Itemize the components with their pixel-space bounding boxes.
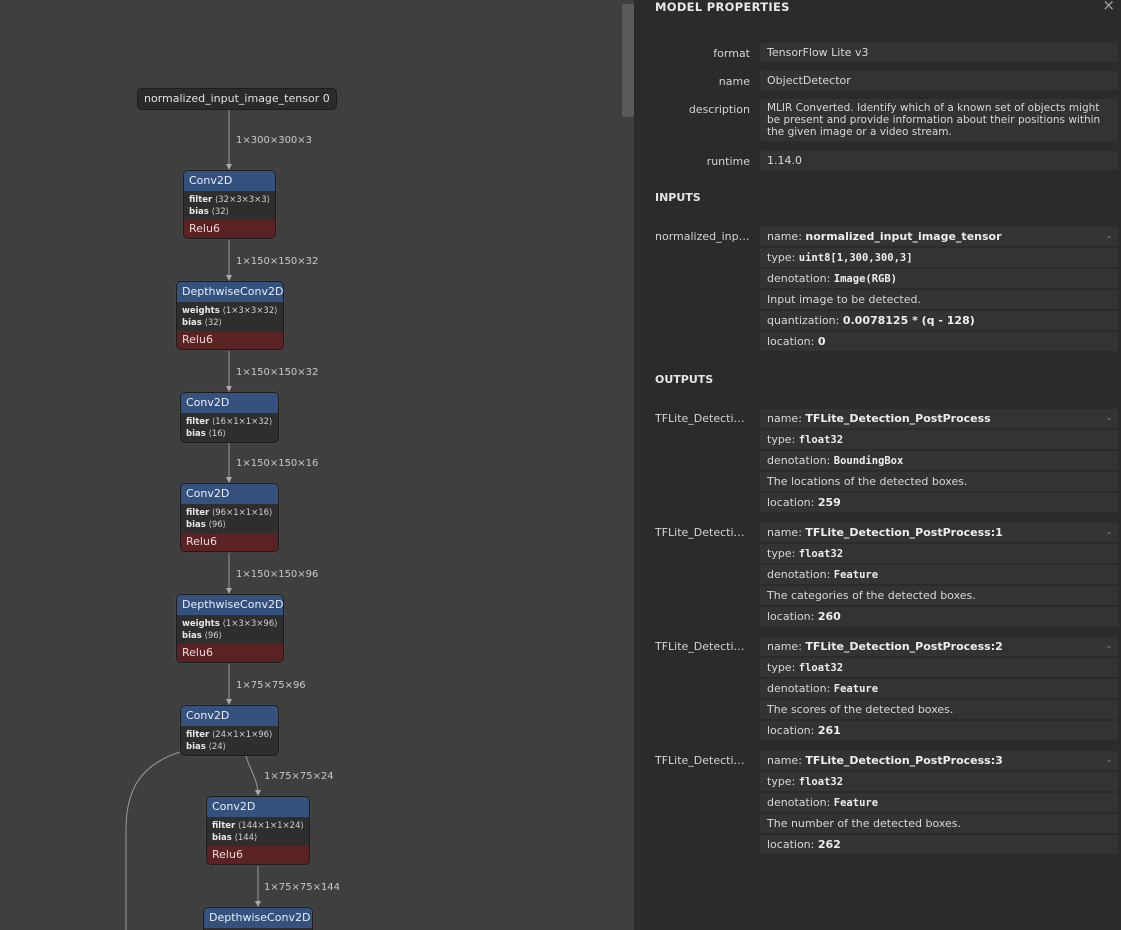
output-label: TFLite_Detectio…	[655, 526, 750, 539]
prop-value-format: TensorFlow Lite v3	[760, 43, 1118, 62]
expand-toggle[interactable]: -	[1107, 637, 1111, 656]
arg-location-row: location: 259	[760, 493, 1118, 512]
edge-label: 1×150×150×32	[236, 256, 319, 267]
outputs-section-title: OUTPUTS	[655, 373, 714, 386]
arg-quantization-row: quantization: 0.0078125 * (q - 128)	[760, 311, 1118, 330]
inputs-section-title: INPUTS	[655, 191, 701, 204]
arg-denotation-row: denotation: Feature	[760, 793, 1118, 812]
conv2d-node[interactable]: Conv2D filter ⟨96×1×1×16⟩ bias ⟨96⟩ Relu…	[180, 483, 279, 552]
node-attributes: filter ⟨16×1×1×32⟩ bias ⟨16⟩	[186, 417, 273, 439]
prop-value-name: ObjectDetector	[760, 71, 1118, 90]
node-attributes: filter ⟨144×1×1×24⟩ bias ⟨144⟩	[212, 821, 304, 843]
arg-type-row: type: float32	[760, 430, 1118, 449]
node-attributes: weights ⟨1×3×3×32⟩ bias ⟨32⟩	[182, 306, 278, 328]
edge-label: 1×75×75×24	[264, 771, 334, 782]
output-argument: name: TFLite_Detection_PostProcess - type…	[760, 409, 1118, 514]
arg-denotation-row: denotation: Image(RGB)	[760, 269, 1118, 288]
node-title: Conv2D	[181, 484, 278, 504]
expand-toggle[interactable]: -	[1107, 409, 1111, 428]
input-tensor-node[interactable]: normalized_input_image_tensor 0	[137, 88, 337, 110]
activation-label: Relu6	[177, 331, 283, 349]
node-title: Conv2D	[207, 797, 309, 817]
prop-label-runtime: runtime	[706, 155, 750, 168]
input-argument: name: normalized_input_image_tensor - typ…	[760, 227, 1118, 353]
sidebar-title: MODEL PROPERTIES	[655, 0, 790, 14]
output-argument: name: TFLite_Detection_PostProcess:3- ty…	[760, 751, 1118, 856]
graph-scrollbar[interactable]	[622, 4, 634, 117]
arg-name-row: name: normalized_input_image_tensor -	[760, 227, 1118, 246]
node-title: DepthwiseConv2D	[177, 282, 283, 302]
depthwise-conv2d-node[interactable]: DepthwiseConv2D	[203, 907, 313, 930]
edge-label: 1×75×75×96	[236, 680, 306, 691]
node-title: Conv2D	[181, 706, 278, 726]
expand-toggle[interactable]: -	[1107, 523, 1111, 542]
arg-description-row: The categories of the detected boxes.	[760, 586, 1118, 605]
node-title: Conv2D	[181, 393, 278, 413]
arg-name-row: name: TFLite_Detection_PostProcess:1-	[760, 523, 1118, 542]
node-title: DepthwiseConv2D	[204, 908, 312, 928]
arg-description-row: Input image to be detected.	[760, 290, 1118, 309]
node-title: DepthwiseConv2D	[177, 595, 283, 615]
activation-label: Relu6	[181, 533, 278, 551]
conv2d-node[interactable]: Conv2D filter ⟨24×1×1×96⟩ bias ⟨24⟩	[180, 705, 279, 756]
conv2d-node[interactable]: Conv2D filter ⟨16×1×1×32⟩ bias ⟨16⟩	[180, 392, 279, 443]
output-label: TFLite_Detectio…	[655, 412, 750, 425]
depthwise-conv2d-node[interactable]: DepthwiseConv2D weights ⟨1×3×3×32⟩ bias …	[176, 281, 284, 350]
arg-denotation-row: denotation: BoundingBox	[760, 451, 1118, 470]
graph-canvas[interactable]: normalized_input_image_tensor 0 1×300×30…	[0, 0, 634, 930]
node-attributes: filter ⟨96×1×1×16⟩ bias ⟨96⟩	[186, 508, 273, 530]
arg-description-row: The number of the detected boxes.	[760, 814, 1118, 833]
activation-label: Relu6	[177, 644, 283, 662]
arg-location-row: location: 261	[760, 721, 1118, 740]
output-label: TFLite_Detectio…	[655, 754, 750, 767]
arg-denotation-row: denotation: Feature	[760, 679, 1118, 698]
node-attributes: filter ⟨24×1×1×96⟩ bias ⟨24⟩	[186, 730, 273, 752]
arg-location-row: location: 260	[760, 607, 1118, 626]
close-icon[interactable]: ×	[1102, 0, 1115, 14]
prop-label-name: name	[718, 75, 750, 88]
expand-toggle[interactable]: -	[1107, 227, 1111, 246]
arg-type-row: type: float32	[760, 658, 1118, 677]
arg-type-row: type: float32	[760, 772, 1118, 791]
prop-label-description: description	[688, 103, 750, 116]
arg-location-row: location: 0	[760, 332, 1118, 351]
edge-label: 1×75×75×144	[264, 882, 341, 893]
edge-label: 1×300×300×3	[236, 135, 313, 146]
arg-location-row: location: 262	[760, 835, 1118, 854]
arg-type-row: type: uint8[1,300,300,3]	[760, 248, 1118, 267]
activation-label: Relu6	[207, 846, 309, 864]
conv2d-node[interactable]: Conv2D filter ⟨144×1×1×24⟩ bias ⟨144⟩ Re…	[206, 796, 310, 865]
arg-name-row: name: TFLite_Detection_PostProcess:2-	[760, 637, 1118, 656]
output-label: TFLite_Detectio…	[655, 640, 750, 653]
prop-value-description: MLIR Converted. Identify which of a know…	[760, 99, 1118, 141]
arg-denotation-row: denotation: Feature	[760, 565, 1118, 584]
edge-label: 1×150×150×96	[236, 569, 319, 580]
node-title: Conv2D	[184, 171, 275, 191]
prop-value-runtime: 1.14.0	[760, 151, 1118, 170]
input-label: normalized_inpu…	[655, 230, 750, 243]
arg-description-row: The scores of the detected boxes.	[760, 700, 1118, 719]
output-argument: name: TFLite_Detection_PostProcess:1- ty…	[760, 523, 1118, 628]
edge-label: 1×150×150×16	[236, 458, 319, 469]
model-properties-sidebar: MODEL PROPERTIES × format TensorFlow Lit…	[634, 0, 1121, 930]
node-attributes: weights ⟨1×3×3×96⟩ bias ⟨96⟩	[182, 619, 278, 641]
edge-label: 1×150×150×32	[236, 367, 319, 378]
prop-label-format: format	[713, 47, 750, 60]
arg-type-row: type: float32	[760, 544, 1118, 563]
activation-label: Relu6	[184, 220, 275, 238]
arg-name-row: name: TFLite_Detection_PostProcess:3-	[760, 751, 1118, 770]
arg-description-row: The locations of the detected boxes.	[760, 472, 1118, 491]
expand-toggle[interactable]: -	[1107, 751, 1111, 770]
arg-name-row: name: TFLite_Detection_PostProcess -	[760, 409, 1118, 428]
node-attributes: filter ⟨32×3×3×3⟩ bias ⟨32⟩	[189, 195, 270, 217]
depthwise-conv2d-node[interactable]: DepthwiseConv2D weights ⟨1×3×3×96⟩ bias …	[176, 594, 284, 663]
conv2d-node[interactable]: Conv2D filter ⟨32×3×3×3⟩ bias ⟨32⟩ Relu6	[183, 170, 276, 239]
output-argument: name: TFLite_Detection_PostProcess:2- ty…	[760, 637, 1118, 742]
